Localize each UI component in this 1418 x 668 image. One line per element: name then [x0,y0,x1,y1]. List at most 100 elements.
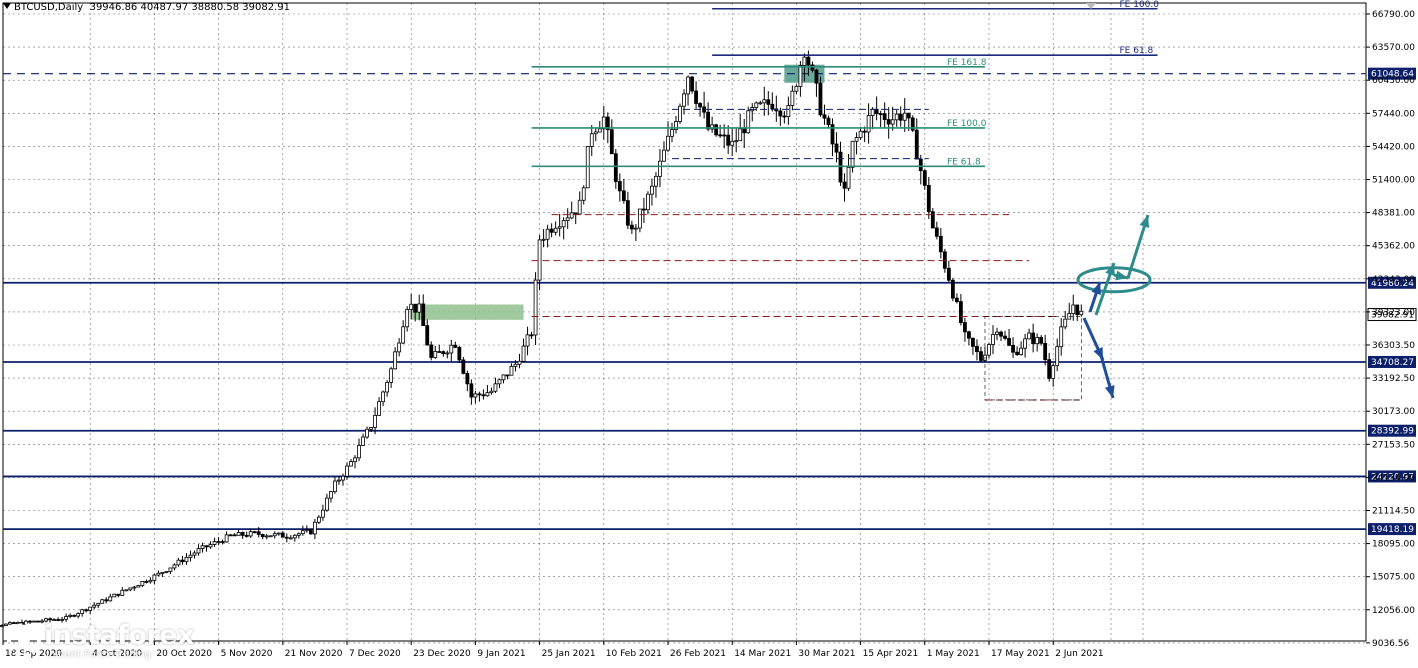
candle-body [284,536,289,539]
candle-body [276,532,281,535]
candle-body [525,334,530,347]
candle-body [268,535,273,538]
candle-body [898,113,903,121]
price-axis-label: 42343.00 [1372,275,1415,285]
price-axis-label: 27153.50 [1372,440,1415,450]
candle-body [537,239,542,281]
candle-body [886,119,891,125]
date-axis-label: 17 May 2021 [991,649,1050,659]
candle-body [521,345,526,362]
candle-body [790,90,795,106]
candle-body [766,99,771,105]
candle-body [638,208,642,229]
candle-body [1047,359,1052,379]
fibonacci-label: FE 100.0 [1120,0,1160,10]
candle-body [164,571,169,573]
candle-body [818,82,823,116]
candle-body [325,497,329,511]
candle-body [417,303,422,313]
candle-body [112,593,117,598]
candle-body [397,342,402,353]
candle-body [1023,338,1027,349]
candle-body [553,227,558,233]
candle-body [963,322,967,333]
candle-body [613,153,618,182]
price-axis-label: 18095.00 [1372,540,1415,550]
candle-body [991,334,995,345]
candle-body [529,334,534,337]
candle-body [878,113,883,116]
candle-body [437,351,442,353]
candle-body [690,76,694,92]
candle-body [995,331,999,335]
candle-body [345,465,349,477]
candle-body [629,224,634,230]
instaforex-logo: instaforex Instant Forex Trading [0,618,195,664]
price-axis-label: 12056.00 [1372,606,1415,616]
candle-body [140,581,145,586]
candle-body [292,534,297,539]
candle-body [954,297,959,303]
candle-body [545,228,550,240]
candle-body [1031,332,1036,345]
candle-body [698,103,702,108]
candle-body [493,383,498,392]
candle-body [280,532,285,538]
candle-body [240,532,245,536]
candle-body [172,564,177,569]
candle-body [232,534,237,537]
candle-body [589,133,594,147]
candle-body [914,129,919,160]
candle-body [92,604,97,608]
dropdown-triangle-icon[interactable] [3,3,11,9]
candle-body [497,379,502,385]
candle-body [156,572,161,576]
candle-body [132,586,137,589]
candle-body [477,393,482,396]
candle-body [650,185,654,195]
candlestick-chart[interactable]: 61048.6441980.2434708.2728392.9924220.97… [0,0,1418,664]
candle-body [706,111,711,130]
candle-body [874,108,879,115]
candle-body [1051,365,1056,379]
candle-body [601,116,606,130]
candle-body [148,579,153,583]
candle-body [654,175,658,187]
candle-body [104,599,109,602]
candle-body [421,303,426,326]
candle-body [754,102,759,108]
candle-body [730,140,735,146]
candle-body [349,461,353,467]
candle-body [373,414,377,428]
candle-body [565,217,570,221]
level-badge-label: 19418.19 [1371,525,1414,535]
candle-body [726,134,731,146]
candle-body [533,279,538,336]
price-axis-label: 15075.00 [1372,573,1415,583]
price-axis-label: 9036.56 [1372,639,1409,649]
candle-body [481,394,486,397]
candle-body [959,301,963,323]
fibonacci-label: FE 100.0 [947,119,987,129]
candle-body [264,535,269,538]
candle-body [357,445,361,459]
candle-body [248,531,253,537]
candle-body [746,110,751,134]
candle-body [405,309,410,328]
candle-body [814,69,819,84]
candle-body [445,352,450,355]
candle-body [321,509,325,518]
candle-body [625,200,630,226]
candle-body [152,574,157,581]
logo-tagline: Instant Forex Trading [46,649,152,660]
price-axis-label: 54420.00 [1372,142,1415,152]
candle-body [1075,304,1080,316]
fibonacci-label: FE 61.8 [947,157,981,167]
candle-body [770,103,775,110]
candle-body [433,351,438,358]
candle-body [718,134,723,137]
price-axis-label: 45362.00 [1372,242,1415,252]
ohlc-values: 39946.86 40487.97 38880.58 39082.91 [89,2,290,13]
candle-body [128,587,133,591]
candle-body [794,86,799,92]
